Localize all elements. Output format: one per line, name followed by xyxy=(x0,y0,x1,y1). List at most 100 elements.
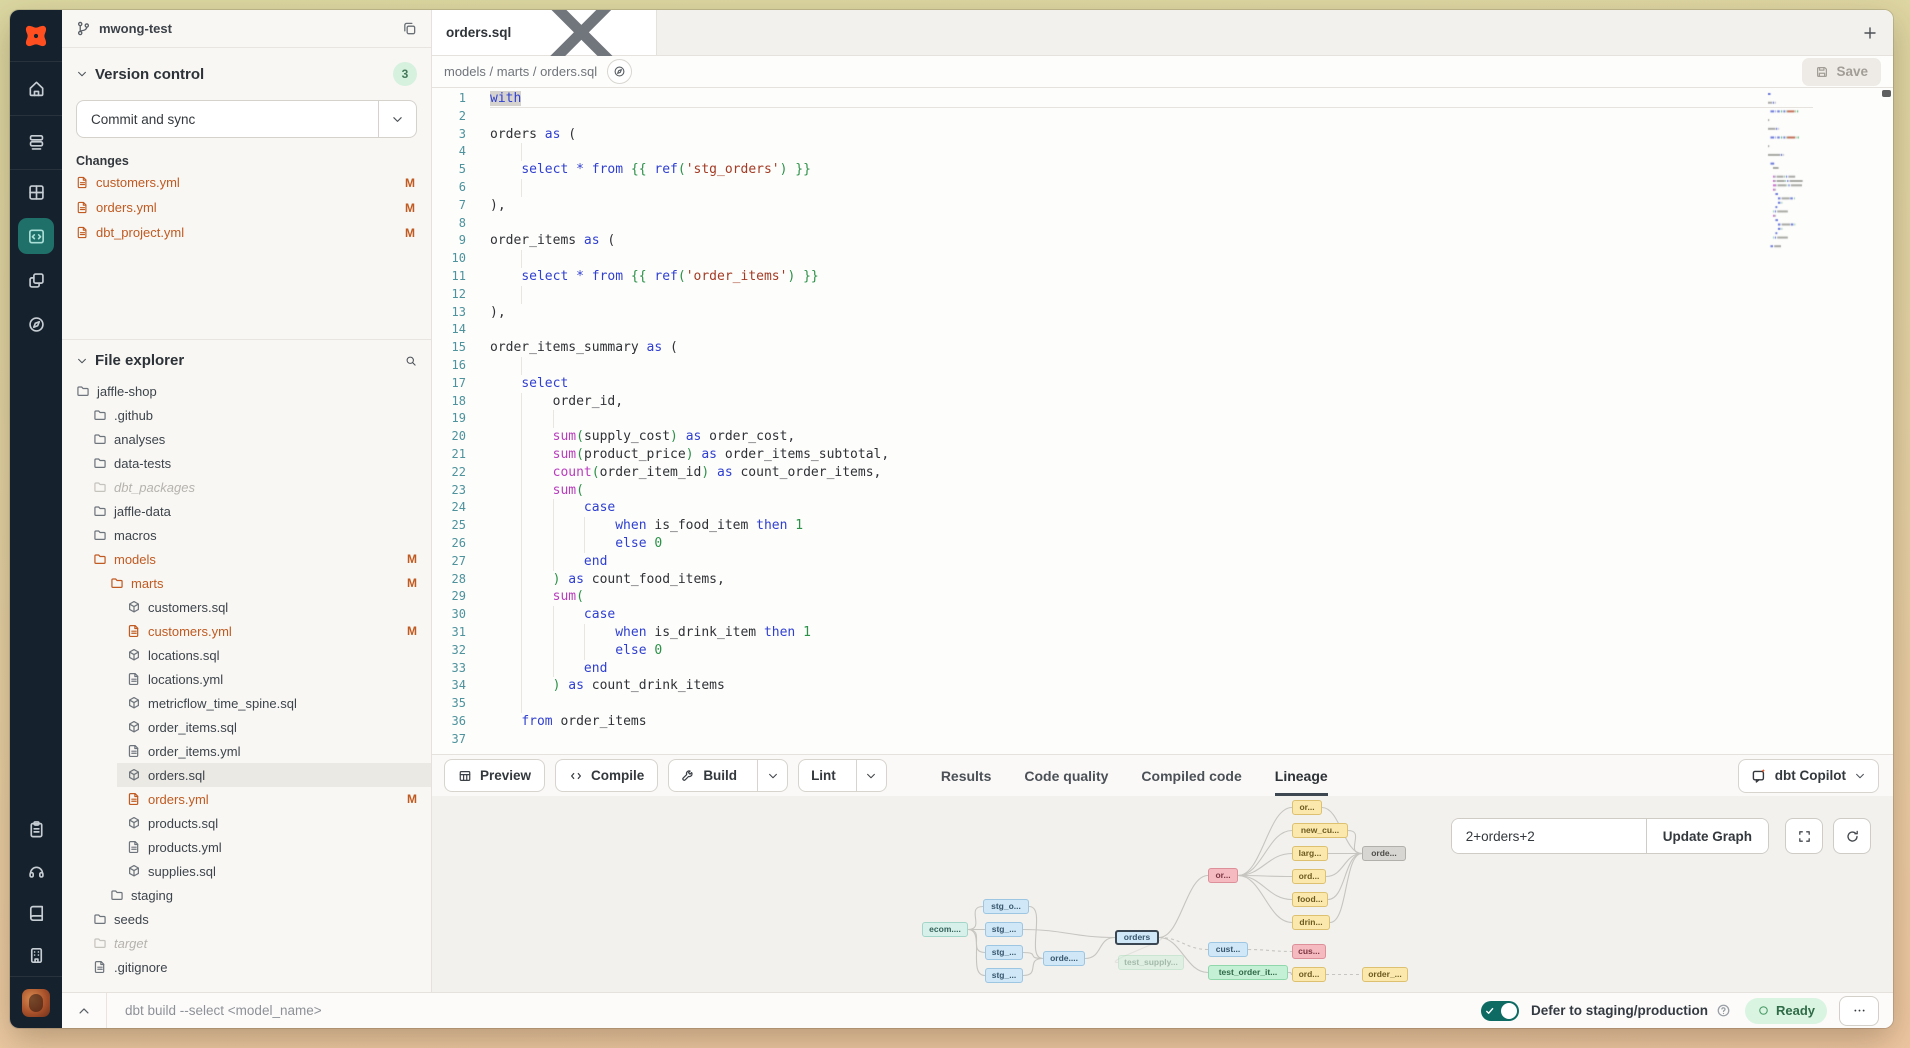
tree-item-data-tests[interactable]: data-tests xyxy=(62,451,431,475)
copy-icon[interactable] xyxy=(402,21,417,36)
tree-item-metricflow-time-spine-sql[interactable]: metricflow_time_spine.sql xyxy=(62,691,431,715)
changed-file[interactable]: customers.ymlM xyxy=(76,172,417,193)
lint-button[interactable]: Lint xyxy=(798,759,887,792)
lineage-node-stg2[interactable]: stg_... xyxy=(985,945,1023,960)
tree-item-supplies-sql[interactable]: supplies.sql xyxy=(62,859,431,883)
tree-item-macros[interactable]: macros xyxy=(62,523,431,547)
code-line[interactable]: 5 select * from {{ ref('stg_orders') }} xyxy=(432,161,1893,179)
editor-minimap[interactable] xyxy=(1764,91,1840,257)
code-line[interactable]: 12 xyxy=(432,286,1893,304)
lineage-node-y7[interactable]: order_... xyxy=(1362,967,1408,982)
tree-item-order-items-yml[interactable]: order_items.yml xyxy=(62,739,431,763)
code-line[interactable]: 31 when is_drink_item then 1 xyxy=(432,624,1893,642)
lint-options-chevron[interactable] xyxy=(856,760,886,791)
tree-item-customers-yml[interactable]: customers.ymlM xyxy=(62,619,431,643)
command-input[interactable]: dbt build --select <model_name> xyxy=(107,1003,1481,1018)
code-line[interactable]: 3orders as ( xyxy=(432,126,1893,144)
rail-item-develop[interactable] xyxy=(10,214,62,258)
rail-item-dbt-logo[interactable] xyxy=(10,10,62,62)
tree-item-staging[interactable]: staging xyxy=(62,883,431,907)
rail-item-docs[interactable] xyxy=(10,892,62,934)
tree-item-marts[interactable]: martsM xyxy=(62,571,431,595)
code-line[interactable]: 36 from order_items xyxy=(432,713,1893,731)
code-line[interactable]: 7), xyxy=(432,197,1893,215)
tree-item-analyses[interactable]: analyses xyxy=(62,427,431,451)
dbt-copilot-button[interactable]: dbt Copilot xyxy=(1738,759,1879,793)
code-line[interactable]: 1with xyxy=(432,90,1893,108)
tree-item-seeds[interactable]: seeds xyxy=(62,907,431,931)
lineage-node-gray[interactable]: orde... xyxy=(1362,846,1406,861)
code-line[interactable]: 16 xyxy=(432,357,1893,375)
code-line[interactable]: 27 end xyxy=(432,553,1893,571)
lineage-node-orph[interactable]: or... xyxy=(1208,868,1238,883)
tree-item--github[interactable]: .github xyxy=(62,403,431,427)
code-line[interactable]: 26 else 0 xyxy=(432,535,1893,553)
code-line[interactable]: 13), xyxy=(432,304,1893,322)
tree-item-customers-sql[interactable]: customers.sql xyxy=(62,595,431,619)
update-graph-button[interactable]: Update Graph xyxy=(1646,819,1768,853)
more-options-button[interactable] xyxy=(1839,996,1879,1026)
lineage-node-y2[interactable]: larg... xyxy=(1292,846,1328,861)
tree-item-locations-yml[interactable]: locations.yml xyxy=(62,667,431,691)
help-icon[interactable] xyxy=(1716,1003,1731,1018)
avatar[interactable] xyxy=(22,989,50,1017)
rail-item-support[interactable] xyxy=(10,850,62,892)
build-options-chevron[interactable] xyxy=(757,760,787,791)
tree-item-locations-sql[interactable]: locations.sql xyxy=(62,643,431,667)
tree-item-target[interactable]: target xyxy=(62,931,431,955)
lineage-node-orders[interactable]: orders xyxy=(1115,930,1159,945)
open-lineage-button[interactable] xyxy=(607,59,632,84)
tab-orders-sql[interactable]: orders.sql xyxy=(432,10,657,55)
lineage-node-stg3[interactable]: stg_... xyxy=(985,968,1023,983)
code-line[interactable]: 15order_items_summary as ( xyxy=(432,339,1893,357)
lineage-node-y1[interactable]: new_cu... xyxy=(1292,823,1348,838)
code-line[interactable]: 28 ) as count_food_items, xyxy=(432,571,1893,589)
code-line[interactable]: 22 count(order_item_id) as count_order_i… xyxy=(432,464,1893,482)
expand-command-bar-button[interactable] xyxy=(62,993,106,1028)
code-line[interactable]: 37 xyxy=(432,731,1893,749)
code-editor[interactable]: 1with23orders as (45 select * from {{ re… xyxy=(432,88,1893,754)
file-explorer-header[interactable]: File explorer xyxy=(62,352,431,369)
preview-button[interactable]: Preview xyxy=(444,759,545,792)
compile-button[interactable]: Compile xyxy=(555,759,658,792)
commit-and-sync-button[interactable]: Commit and sync xyxy=(76,100,417,138)
refresh-button[interactable] xyxy=(1833,818,1871,854)
search-icon[interactable] xyxy=(405,355,417,367)
code-line[interactable]: 24 case xyxy=(432,499,1893,517)
rail-item-dashboard[interactable] xyxy=(10,170,62,214)
code-line[interactable]: 19 xyxy=(432,410,1893,428)
tree-item-models[interactable]: modelsM xyxy=(62,547,431,571)
code-line[interactable]: 32 else 0 xyxy=(432,642,1893,660)
lineage-node-y4[interactable]: food... xyxy=(1292,892,1328,907)
lineage-node-y0[interactable]: or... xyxy=(1292,800,1322,815)
code-line[interactable]: 30 case xyxy=(432,606,1893,624)
tree-item-order-items-sql[interactable]: order_items.sql xyxy=(62,715,431,739)
code-line[interactable]: 23 sum( xyxy=(432,482,1893,500)
version-control-header[interactable]: Version control 3 xyxy=(76,62,417,86)
tree-item-jaffle-data[interactable]: jaffle-data xyxy=(62,499,431,523)
code-line[interactable]: 34 ) as count_drink_items xyxy=(432,677,1893,695)
changed-file[interactable]: dbt_project.ymlM xyxy=(76,222,417,243)
commit-options-chevron[interactable] xyxy=(378,101,416,137)
code-line[interactable]: 29 sum( xyxy=(432,588,1893,606)
lineage-node-stg0[interactable]: stg_o... xyxy=(983,899,1029,914)
code-line[interactable]: 6 xyxy=(432,179,1893,197)
rail-item-home[interactable] xyxy=(10,62,62,116)
lineage-node-ordi[interactable]: orde.... xyxy=(1043,951,1085,966)
model-selector-input[interactable] xyxy=(1452,819,1646,853)
lineage-node-cusp[interactable]: cus... xyxy=(1292,944,1326,959)
tree-item--gitignore[interactable]: .gitignore xyxy=(62,955,431,979)
tree-item-products-yml[interactable]: products.yml xyxy=(62,835,431,859)
rail-item-organization[interactable] xyxy=(10,934,62,976)
code-line[interactable]: 4 xyxy=(432,143,1893,161)
rail-item-explore[interactable] xyxy=(10,302,62,346)
code-line[interactable]: 25 when is_food_item then 1 xyxy=(432,517,1893,535)
code-line[interactable]: 8 xyxy=(432,215,1893,233)
lineage-node-tord[interactable]: test_order_it... xyxy=(1208,965,1288,980)
tree-item-products-sql[interactable]: products.sql xyxy=(62,811,431,835)
code-line[interactable]: 10 xyxy=(432,250,1893,268)
tree-item-dbt-packages[interactable]: dbt_packages xyxy=(62,475,431,499)
tab-results[interactable]: Results xyxy=(941,755,992,796)
code-line[interactable]: 17 select xyxy=(432,375,1893,393)
defer-toggle[interactable] xyxy=(1481,1001,1519,1021)
